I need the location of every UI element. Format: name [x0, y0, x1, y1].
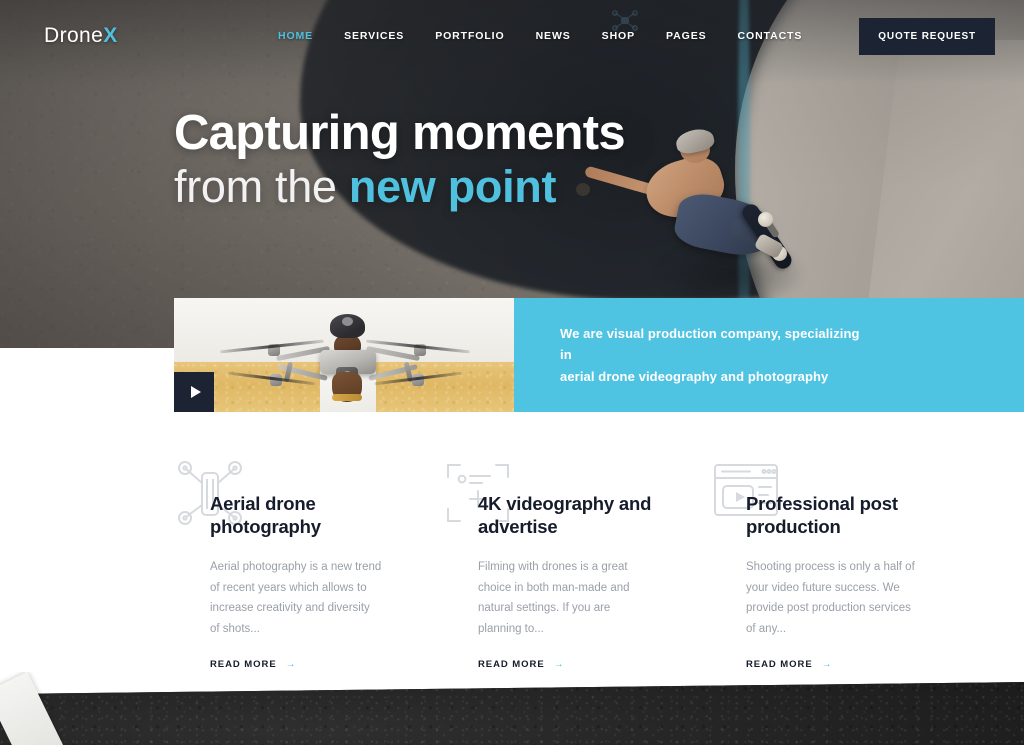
- hero-headline-line2: from the new point: [174, 162, 625, 212]
- service-title-line2: photography: [210, 515, 321, 537]
- service-card-4k-videography: 4K videography and advertise Filming wit…: [442, 455, 674, 670]
- service-title-line2: advertise: [478, 515, 558, 537]
- quote-request-button[interactable]: QUOTE REQUEST: [859, 17, 995, 55]
- arrow-right-icon: →: [553, 658, 565, 670]
- hero-headline-light-text: from the: [174, 161, 337, 213]
- nav-item-shop[interactable]: SHOP: [602, 30, 635, 42]
- service-title-line2: production: [746, 515, 841, 537]
- video-thumbnail-card[interactable]: [174, 298, 514, 412]
- promo-row: We are visual production company, specia…: [174, 298, 1024, 412]
- intro-banner-line2: aerial drone videography and photography: [560, 368, 829, 384]
- asphalt-texture: [0, 682, 1024, 745]
- service-read-more-link[interactable]: READ MORE →: [210, 659, 406, 670]
- service-card-title: Professional post production: [746, 455, 942, 538]
- arrow-right-icon: →: [821, 658, 833, 670]
- intro-banner-text: We are visual production company, specia…: [560, 323, 870, 386]
- logo-text: Drone: [44, 24, 104, 47]
- nav-item-pages[interactable]: PAGES: [666, 30, 706, 42]
- service-title-line1: Aerial drone: [210, 493, 316, 514]
- play-video-button[interactable]: [174, 372, 214, 412]
- nav-item-contacts[interactable]: CONTACTS: [738, 30, 803, 42]
- person-cap-button: [342, 317, 353, 326]
- service-title-line1: Professional post: [746, 493, 898, 514]
- hero-headline-accent-text: new point: [348, 161, 557, 213]
- service-title-line1: 4K videography and: [478, 493, 652, 514]
- nav-menu: HOME SERVICES PORTFOLIO NEWS SHOP PAGES …: [278, 17, 1024, 55]
- hero-headline-block: Capturing moments from the new point: [174, 106, 626, 213]
- intro-banner: We are visual production company, specia…: [514, 298, 1024, 412]
- nav-item-portfolio[interactable]: PORTFOLIO: [435, 30, 504, 42]
- top-navigation-bar: DroneX HOME SERVICES PORTFOLIO NEWS SHOP…: [0, 0, 1024, 72]
- service-card-title: 4K videography and advertise: [478, 455, 674, 538]
- service-card-description: Filming with drones is a great choice in…: [478, 561, 630, 635]
- nav-item-news[interactable]: NEWS: [536, 30, 571, 42]
- service-card-description: Shooting process is only a half of your …: [746, 561, 915, 635]
- site-logo[interactable]: DroneX: [44, 24, 118, 48]
- read-more-label: READ MORE: [478, 659, 545, 670]
- service-card-description: Aerial photography is a new trend of rec…: [210, 561, 382, 635]
- service-read-more-link[interactable]: READ MORE →: [478, 659, 674, 670]
- logo-accent-letter: X: [103, 24, 118, 47]
- read-more-label: READ MORE: [210, 659, 277, 670]
- service-read-more-link[interactable]: READ MORE →: [746, 659, 942, 670]
- road-section: [0, 672, 1024, 745]
- read-more-label: READ MORE: [746, 659, 813, 670]
- service-card-title: Aerial drone photography: [210, 455, 406, 538]
- arrow-right-icon: →: [285, 658, 297, 670]
- nav-item-home[interactable]: HOME: [278, 30, 313, 42]
- service-card-post-production: Professional post production Shooting pr…: [710, 455, 942, 670]
- service-card-aerial-photography: Aerial drone photography Aerial photogra…: [174, 455, 406, 670]
- person-wristband: [332, 394, 362, 401]
- play-triangle-icon: [190, 386, 201, 398]
- hero-headline-line1: Capturing moments: [174, 106, 626, 160]
- nav-item-services[interactable]: SERVICES: [344, 30, 404, 42]
- intro-banner-line1: We are visual production company, specia…: [560, 326, 860, 363]
- services-section: Aerial drone photography Aerial photogra…: [174, 455, 1024, 670]
